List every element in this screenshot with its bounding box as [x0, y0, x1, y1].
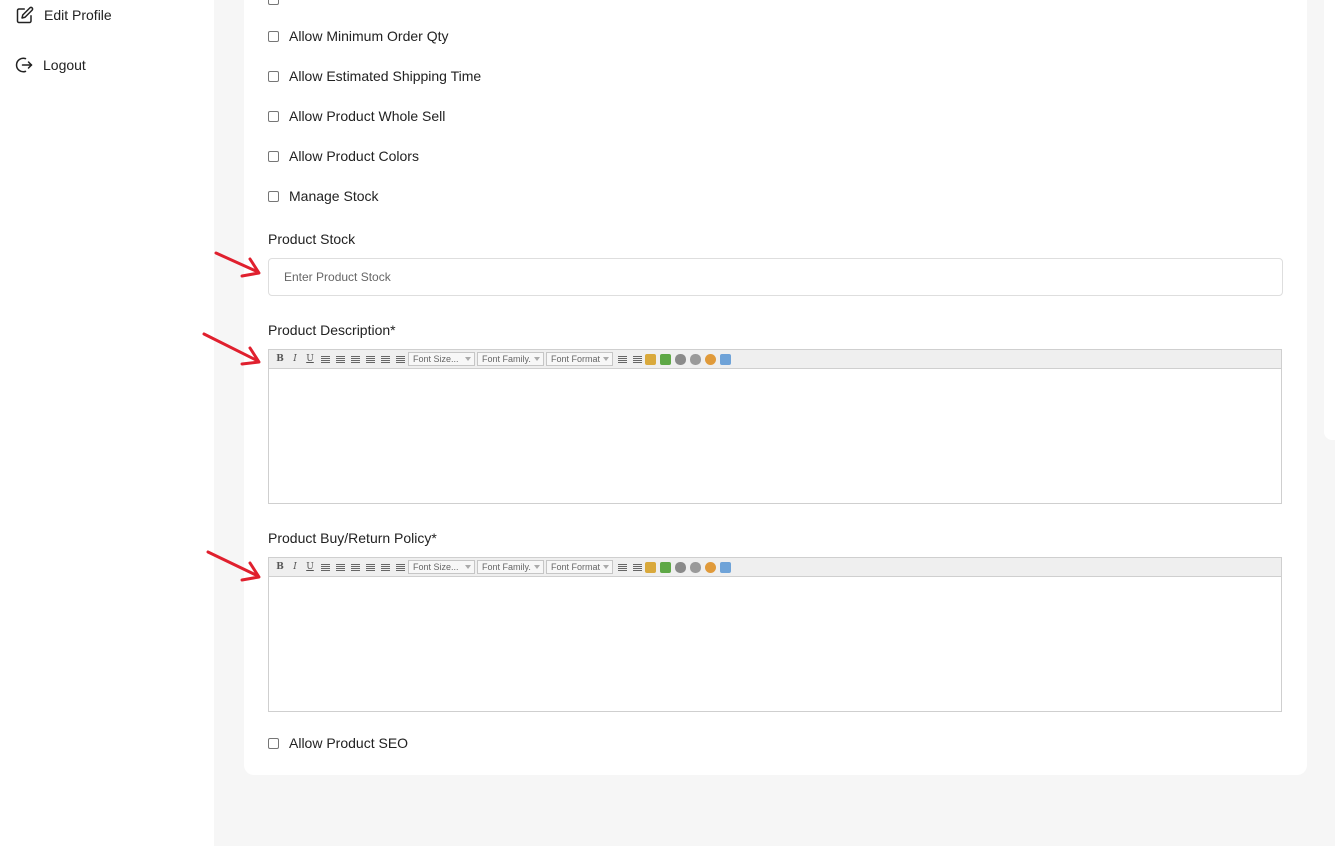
product-description-editor[interactable]: B I U Font Size... Font Family. Font For…	[268, 349, 1282, 504]
option-label: Allow Product Colors	[289, 148, 419, 164]
italic-icon[interactable]: I	[288, 560, 302, 574]
link-icon[interactable]	[675, 353, 686, 365]
underline-icon[interactable]: U	[303, 352, 317, 366]
editor-content[interactable]	[269, 369, 1281, 504]
chevron-down-icon	[603, 357, 609, 361]
indent-icon[interactable]	[630, 560, 644, 574]
option-product-seo[interactable]: Allow Product SEO	[268, 735, 408, 751]
outdent-icon[interactable]	[615, 352, 629, 366]
sidebar-item-logout[interactable]: Logout	[15, 56, 86, 74]
checkbox[interactable]	[268, 30, 279, 42]
sidebar: Edit Profile Logout	[0, 0, 214, 846]
sidebar-item-edit-profile[interactable]: Edit Profile	[16, 6, 112, 24]
image-icon[interactable]	[720, 561, 731, 573]
font-format-label: Font Format	[551, 354, 601, 364]
checkbox[interactable]	[268, 110, 279, 122]
option-label: Manage Stock	[289, 188, 379, 204]
unlink-icon[interactable]	[690, 561, 701, 573]
font-family-select[interactable]: Font Family.	[477, 352, 544, 366]
font-family-select[interactable]: Font Family.	[477, 560, 544, 574]
italic-icon[interactable]: I	[288, 352, 302, 366]
align-center-icon[interactable]	[333, 560, 347, 574]
color-icon[interactable]	[705, 353, 716, 365]
checkbox-clipped[interactable]	[268, 0, 279, 5]
option-product-colors[interactable]: Allow Product Colors	[268, 148, 419, 164]
insert-text-icon[interactable]	[645, 561, 656, 573]
checkbox[interactable]	[268, 737, 279, 749]
option-label: Allow Minimum Order Qty	[289, 28, 449, 44]
checkbox[interactable]	[268, 190, 279, 202]
right-panel	[1324, 0, 1335, 440]
product-stock-input[interactable]	[268, 258, 1283, 296]
edit-icon	[16, 6, 34, 24]
editor-toolbar: B I U Font Size... Font Family. Font For…	[269, 558, 1281, 577]
chevron-down-icon	[534, 565, 540, 569]
outdent-icon[interactable]	[615, 560, 629, 574]
product-policy-editor[interactable]: B I U Font Size... Font Family. Font For…	[268, 557, 1282, 712]
align-justify-icon[interactable]	[363, 560, 377, 574]
font-family-label: Font Family.	[482, 562, 531, 572]
font-family-label: Font Family.	[482, 354, 531, 364]
chevron-down-icon	[465, 565, 471, 569]
option-label: Allow Estimated Shipping Time	[289, 68, 482, 84]
indent-icon[interactable]	[630, 352, 644, 366]
sidebar-item-label: Logout	[43, 57, 86, 73]
chevron-down-icon	[465, 357, 471, 361]
font-size-label: Font Size...	[413, 562, 459, 572]
font-size-select[interactable]: Font Size...	[408, 560, 475, 574]
checkbox[interactable]	[268, 70, 279, 82]
product-policy-label: Product Buy/Return Policy*	[268, 530, 437, 546]
font-format-label: Font Format	[551, 562, 601, 572]
bold-icon[interactable]: B	[273, 352, 287, 366]
align-left-icon[interactable]	[318, 560, 332, 574]
unordered-list-icon[interactable]	[393, 352, 407, 366]
align-right-icon[interactable]	[348, 560, 362, 574]
option-estimated-shipping-time[interactable]: Allow Estimated Shipping Time	[268, 68, 481, 84]
bold-icon[interactable]: B	[273, 560, 287, 574]
option-product-whole-sell[interactable]: Allow Product Whole Sell	[268, 108, 445, 124]
link-icon[interactable]	[675, 561, 686, 573]
insert-text-icon[interactable]	[645, 353, 656, 365]
sidebar-item-label: Edit Profile	[44, 7, 112, 23]
unordered-list-icon[interactable]	[393, 560, 407, 574]
align-left-icon[interactable]	[318, 352, 332, 366]
product-stock-label: Product Stock	[268, 231, 356, 247]
annotation-arrow-icon	[214, 251, 261, 278]
align-center-icon[interactable]	[333, 352, 347, 366]
ordered-list-icon[interactable]	[378, 560, 392, 574]
font-size-select[interactable]: Font Size...	[408, 352, 475, 366]
annotation-arrow-icon	[206, 550, 261, 582]
editor-toolbar: B I U Font Size... Font Family. Font For…	[269, 350, 1281, 369]
unlink-icon[interactable]	[690, 353, 701, 365]
underline-icon[interactable]: U	[303, 560, 317, 574]
align-justify-icon[interactable]	[363, 352, 377, 366]
font-size-label: Font Size...	[413, 354, 459, 364]
insert-table-icon[interactable]	[660, 561, 671, 573]
chevron-down-icon	[603, 565, 609, 569]
option-label: Allow Product SEO	[289, 735, 409, 751]
ordered-list-icon[interactable]	[378, 352, 392, 366]
font-format-select[interactable]: Font Format	[546, 560, 613, 574]
checkbox[interactable]	[268, 150, 279, 162]
color-icon[interactable]	[705, 561, 716, 573]
product-description-label: Product Description*	[268, 322, 396, 338]
insert-table-icon[interactable]	[660, 353, 671, 365]
chevron-down-icon	[534, 357, 540, 361]
option-label: Allow Product Whole Sell	[289, 108, 446, 124]
editor-content[interactable]	[269, 577, 1281, 712]
logout-icon	[15, 57, 33, 73]
align-right-icon[interactable]	[348, 352, 362, 366]
option-minimum-order-qty[interactable]: Allow Minimum Order Qty	[268, 28, 448, 44]
font-format-select[interactable]: Font Format	[546, 352, 613, 366]
option-manage-stock[interactable]: Manage Stock	[268, 188, 379, 204]
annotation-arrow-icon	[202, 332, 261, 366]
image-icon[interactable]	[720, 353, 731, 365]
